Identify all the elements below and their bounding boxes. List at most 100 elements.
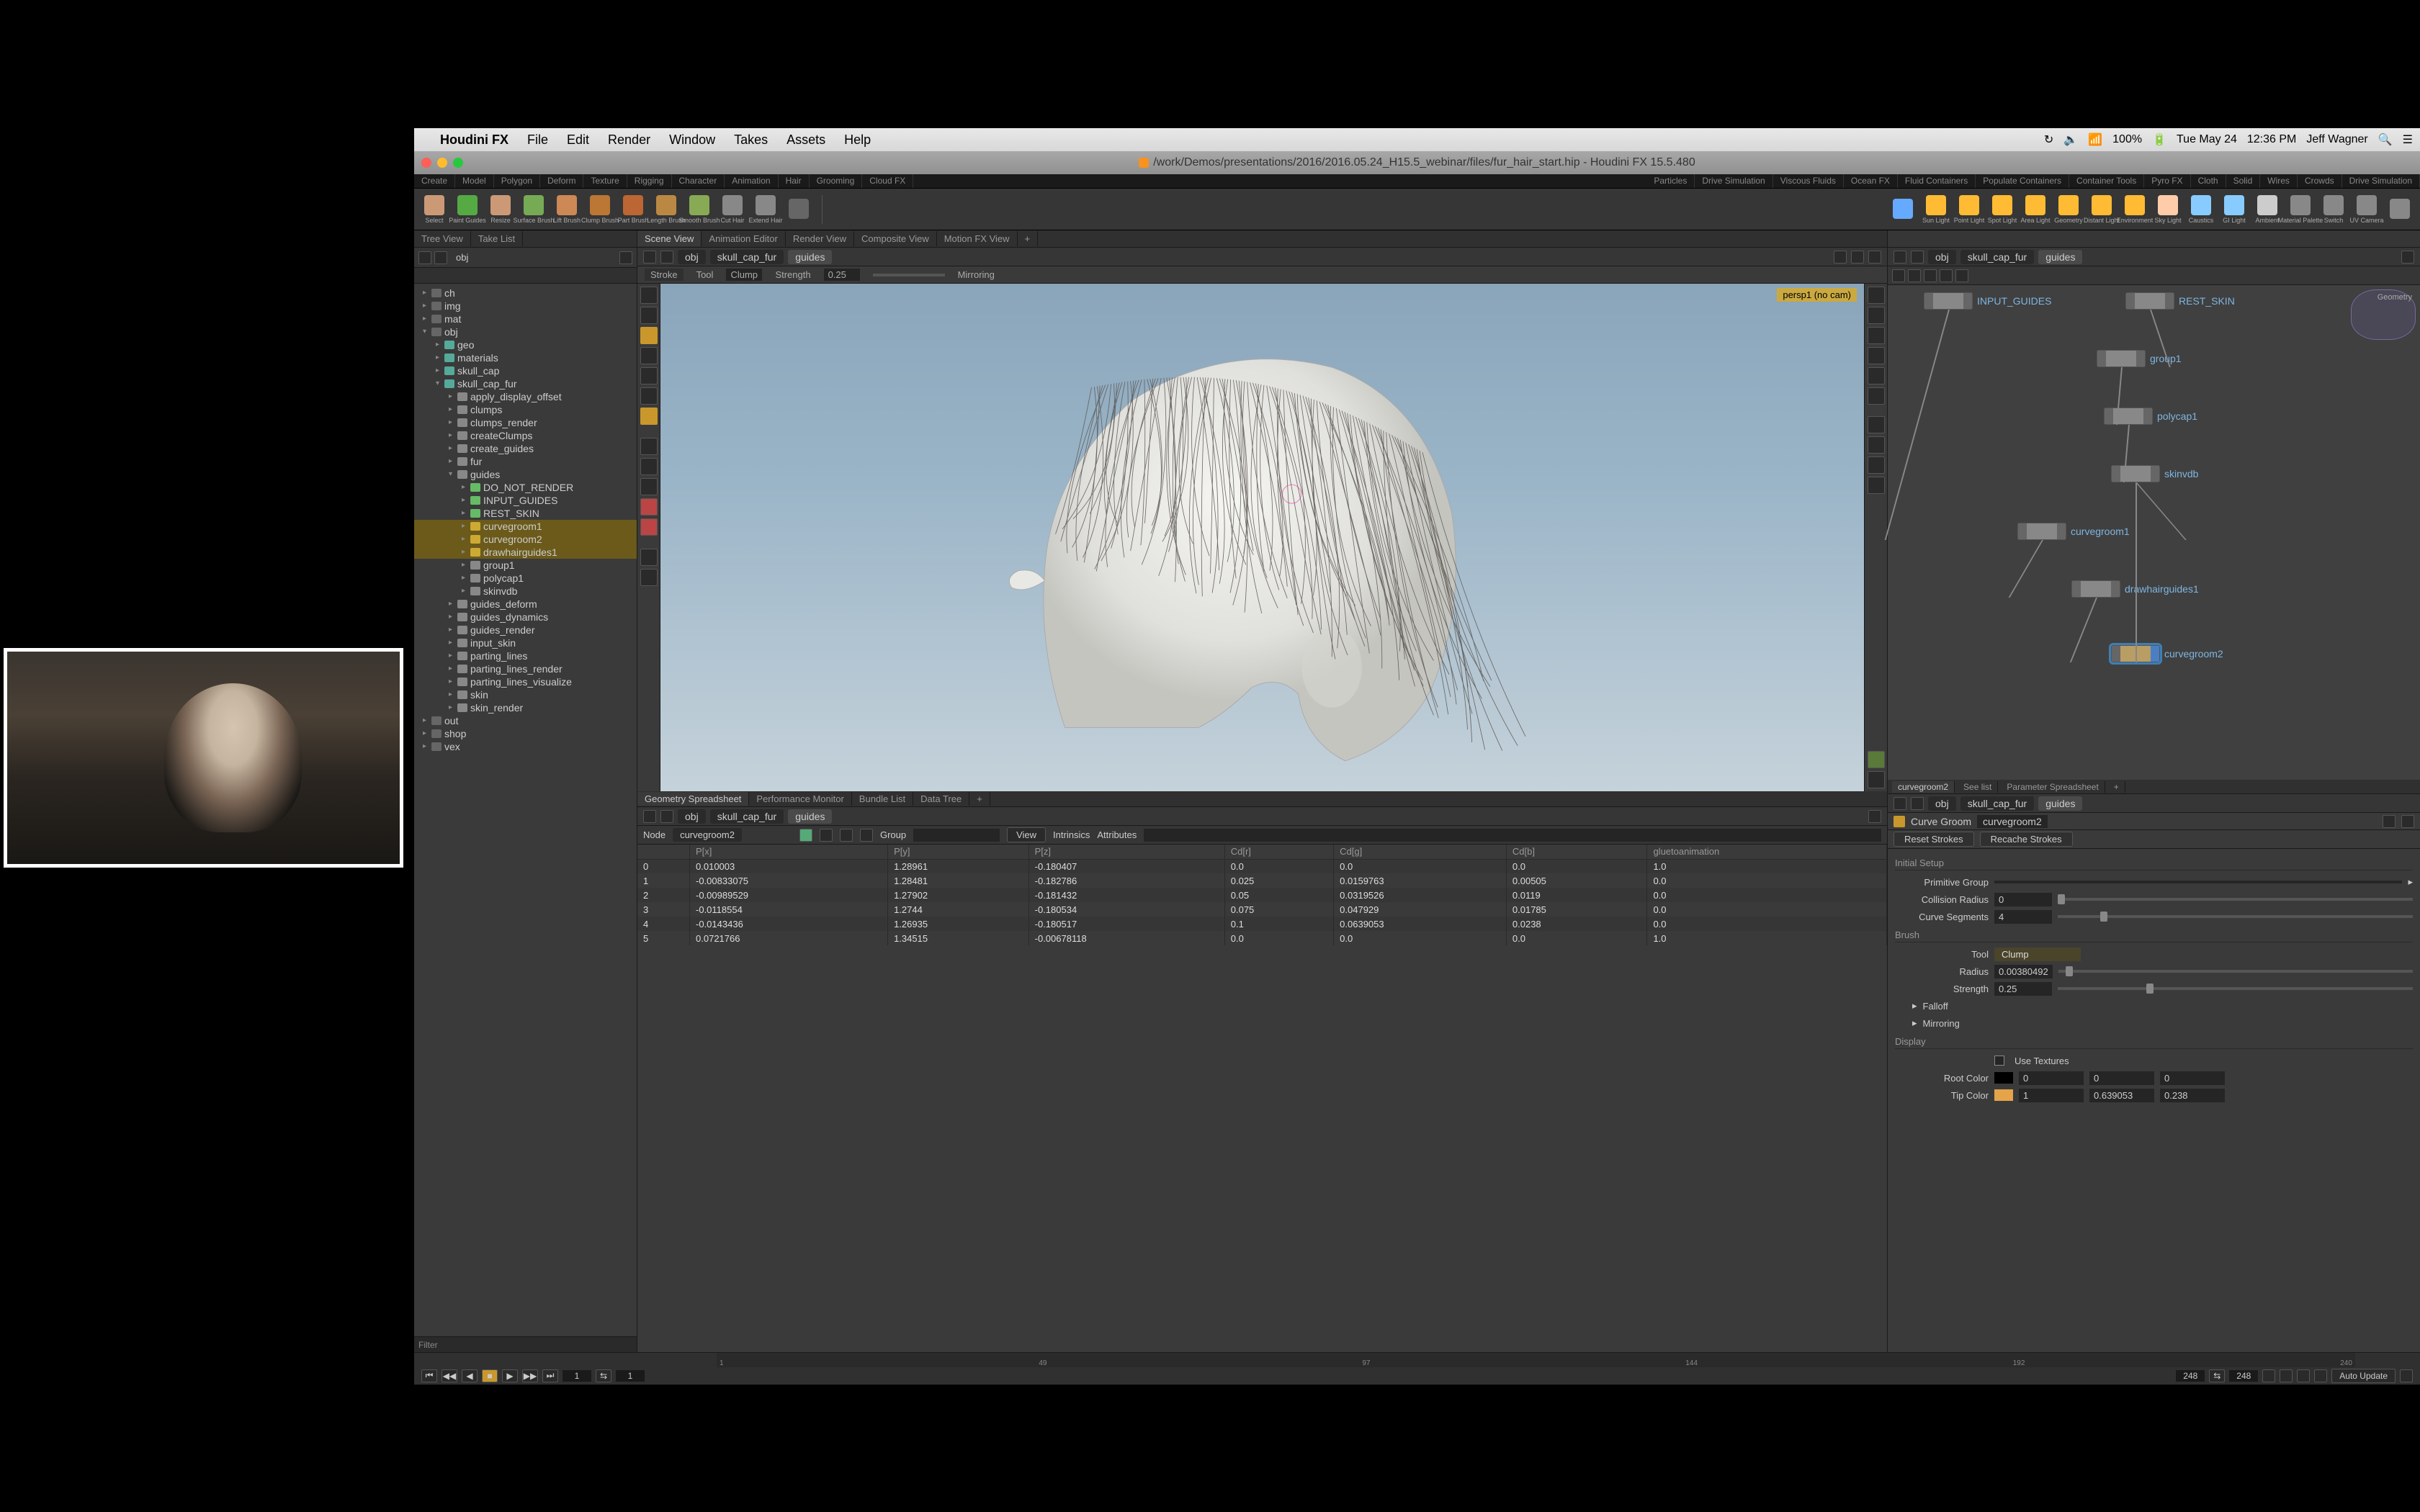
table-row[interactable]: 50.07217661.34515-0.006781180.00.00.01.0 xyxy=(637,931,1887,945)
spreadsheet-table[interactable]: P[x]P[y]P[z]Cd[r]Cd[g]Cd[b]gluetoanimati… xyxy=(637,845,1887,1352)
shelf-tool[interactable]: Sun Light xyxy=(1922,192,1950,228)
vp-opt2-button[interactable] xyxy=(1851,251,1864,264)
shelf-tool[interactable]: Environment xyxy=(2120,192,2149,228)
network-node[interactable]: curvegroom1 xyxy=(2017,523,2130,540)
tree-item[interactable]: ▸img xyxy=(414,300,637,312)
menubar-date[interactable]: Tue May 24 xyxy=(2177,133,2237,146)
table-header[interactable] xyxy=(637,845,690,859)
tree-item[interactable]: ▸clumps xyxy=(414,403,637,416)
tip-color-g[interactable]: 0.639053 xyxy=(2089,1089,2154,1102)
vp-rtool-6[interactable] xyxy=(1868,387,1885,405)
end-frame-field[interactable]: 248 xyxy=(2176,1370,2205,1382)
shelf-tool[interactable]: Part Brush xyxy=(619,192,647,228)
brush-radius-field[interactable]: 0.00380492 xyxy=(1994,965,2053,978)
hamburger-icon[interactable]: ☰ xyxy=(2403,132,2413,147)
reset-strokes-button[interactable]: Reset Strokes xyxy=(1894,832,1974,847)
net-tool-4[interactable] xyxy=(1940,269,1953,282)
shelf-tool[interactable]: UV Camera xyxy=(2352,192,2381,228)
speaker-icon[interactable]: 🔈 xyxy=(2063,132,2078,147)
shelf-tab[interactable]: Grooming xyxy=(810,174,863,188)
shelf-tool[interactable]: Distant Light xyxy=(2087,192,2116,228)
step-back-button[interactable]: ◀◀ xyxy=(442,1369,457,1382)
root-color-b[interactable]: 0 xyxy=(2160,1071,2225,1085)
prim-group-field[interactable] xyxy=(1994,881,2402,883)
ss-node-value[interactable]: curvegroom2 xyxy=(673,828,742,842)
shelf-tool[interactable] xyxy=(784,192,813,228)
path-obj[interactable]: obj xyxy=(678,250,706,264)
shelf-tab[interactable]: Polygon xyxy=(494,174,540,188)
tree-item[interactable]: ▸INPUT_GUIDES xyxy=(414,494,637,507)
battery-icon[interactable]: 🔋 xyxy=(2152,132,2166,147)
tree-item[interactable]: ▸curvegroom2 xyxy=(414,533,637,546)
tab-motionfx-view[interactable]: Motion FX View xyxy=(937,231,1018,246)
net-tool-5[interactable] xyxy=(1955,269,1968,282)
table-header[interactable]: P[x] xyxy=(690,845,888,859)
tree-item[interactable]: ▸guides_dynamics xyxy=(414,611,637,624)
tree-item[interactable]: ▸skin xyxy=(414,688,637,701)
tab-data-tree[interactable]: Data Tree xyxy=(913,792,969,806)
network-view[interactable]: Geometry INPUT_GUIDESREST_SKINgroup1poly… xyxy=(1888,285,2420,780)
menubar-time[interactable]: 12:36 PM xyxy=(2247,133,2296,146)
shelf-tab[interactable]: Container Tools xyxy=(2069,174,2144,188)
vp-rtool-3[interactable] xyxy=(1868,327,1885,344)
shelf-tool[interactable]: Spot Light xyxy=(1988,192,2017,228)
stroke-strength-field[interactable]: 0.25 xyxy=(824,269,860,281)
param-tab-spreadsheet[interactable]: Parameter Spreadsheet xyxy=(2001,781,2105,793)
ss-back-button[interactable] xyxy=(643,810,656,823)
shelf-tool[interactable]: Length Brush xyxy=(652,192,681,228)
vp-rtool-8[interactable] xyxy=(1868,436,1885,454)
shelf-tab[interactable]: Crowds xyxy=(2298,174,2342,188)
param-path-fur[interactable]: skull_cap_fur xyxy=(1960,796,2035,811)
shelf-tab[interactable]: Wires xyxy=(2260,174,2298,188)
tab-perf-monitor[interactable]: Performance Monitor xyxy=(749,792,851,806)
net-opt-button[interactable] xyxy=(2401,251,2414,264)
section-initial-setup[interactable]: Initial Setup xyxy=(1895,858,2413,870)
tree-item[interactable]: ▸vex xyxy=(414,740,637,753)
collision-radius-slider[interactable] xyxy=(2058,898,2413,901)
shelf-tool[interactable]: Surface Brush xyxy=(519,192,548,228)
menu-assets[interactable]: Assets xyxy=(786,132,825,148)
ss-class-vtx[interactable] xyxy=(820,829,833,842)
table-header[interactable]: Cd[b] xyxy=(1506,845,1647,859)
shelf-tab[interactable]: Pyro FX xyxy=(2144,174,2190,188)
tree-item[interactable]: ▾obj xyxy=(414,325,637,338)
tree-item[interactable]: ▸input_skin xyxy=(414,636,637,649)
shelf-tool[interactable]: Paint Guides xyxy=(453,192,482,228)
tree-item[interactable]: ▸guides_deform xyxy=(414,598,637,611)
tl-opt-4[interactable] xyxy=(2314,1369,2327,1382)
start-frame-field[interactable]: 1 xyxy=(563,1370,591,1382)
tree-item[interactable]: ▸geo xyxy=(414,338,637,351)
shelf-tab[interactable]: Character xyxy=(672,174,725,188)
ss-fwd-button[interactable] xyxy=(660,810,673,823)
shelf-tool[interactable]: Point Light xyxy=(1955,192,1984,228)
shelf-tab[interactable]: Cloth xyxy=(2191,174,2226,188)
ss-class-prim[interactable] xyxy=(840,829,853,842)
tree-item[interactable]: ▸fur xyxy=(414,455,637,468)
brush-tool-dropdown[interactable]: Clump xyxy=(1994,948,2081,961)
param-path-guides[interactable]: guides xyxy=(2038,796,2082,811)
tab-bundle-list[interactable]: Bundle List xyxy=(852,792,913,806)
vp-back-button[interactable] xyxy=(643,251,656,264)
table-row[interactable]: 4-0.01434361.26935-0.1805170.10.06390530… xyxy=(637,917,1887,931)
brush-strength-slider[interactable] xyxy=(2058,987,2413,990)
table-header[interactable]: P[y] xyxy=(888,845,1029,859)
tab-anim-editor[interactable]: Animation Editor xyxy=(702,231,785,246)
3d-viewport[interactable]: persp1 (no cam) xyxy=(660,284,1864,791)
shelf-tab[interactable]: Texture xyxy=(583,174,627,188)
node-name-field[interactable]: curvegroom2 xyxy=(1977,815,2048,828)
ss-opt-button[interactable] xyxy=(1868,810,1881,823)
tree-item[interactable]: ▸parting_lines xyxy=(414,649,637,662)
shelf-tab[interactable]: Drive Simulation xyxy=(2342,174,2420,188)
timeline-track[interactable]: 14997144192240 xyxy=(717,1353,2355,1367)
ss-attr-field[interactable] xyxy=(1144,829,1881,842)
tree-item[interactable]: ▸guides_render xyxy=(414,624,637,636)
tab-add-bottom[interactable]: + xyxy=(969,792,990,806)
stop-button[interactable]: ■ xyxy=(482,1369,498,1382)
shelf-tool[interactable]: Extend Hair xyxy=(751,192,780,228)
shelf-tool[interactable]: Clump Brush xyxy=(586,192,614,228)
shelf-tool[interactable]: Area Light xyxy=(2021,192,2050,228)
tab-tree-view[interactable]: Tree View xyxy=(414,231,471,246)
table-header[interactable]: Cd[r] xyxy=(1224,845,1333,859)
shelf-tab[interactable]: Particles xyxy=(1646,174,1695,188)
net-path-fur[interactable]: skull_cap_fur xyxy=(1960,250,2035,264)
